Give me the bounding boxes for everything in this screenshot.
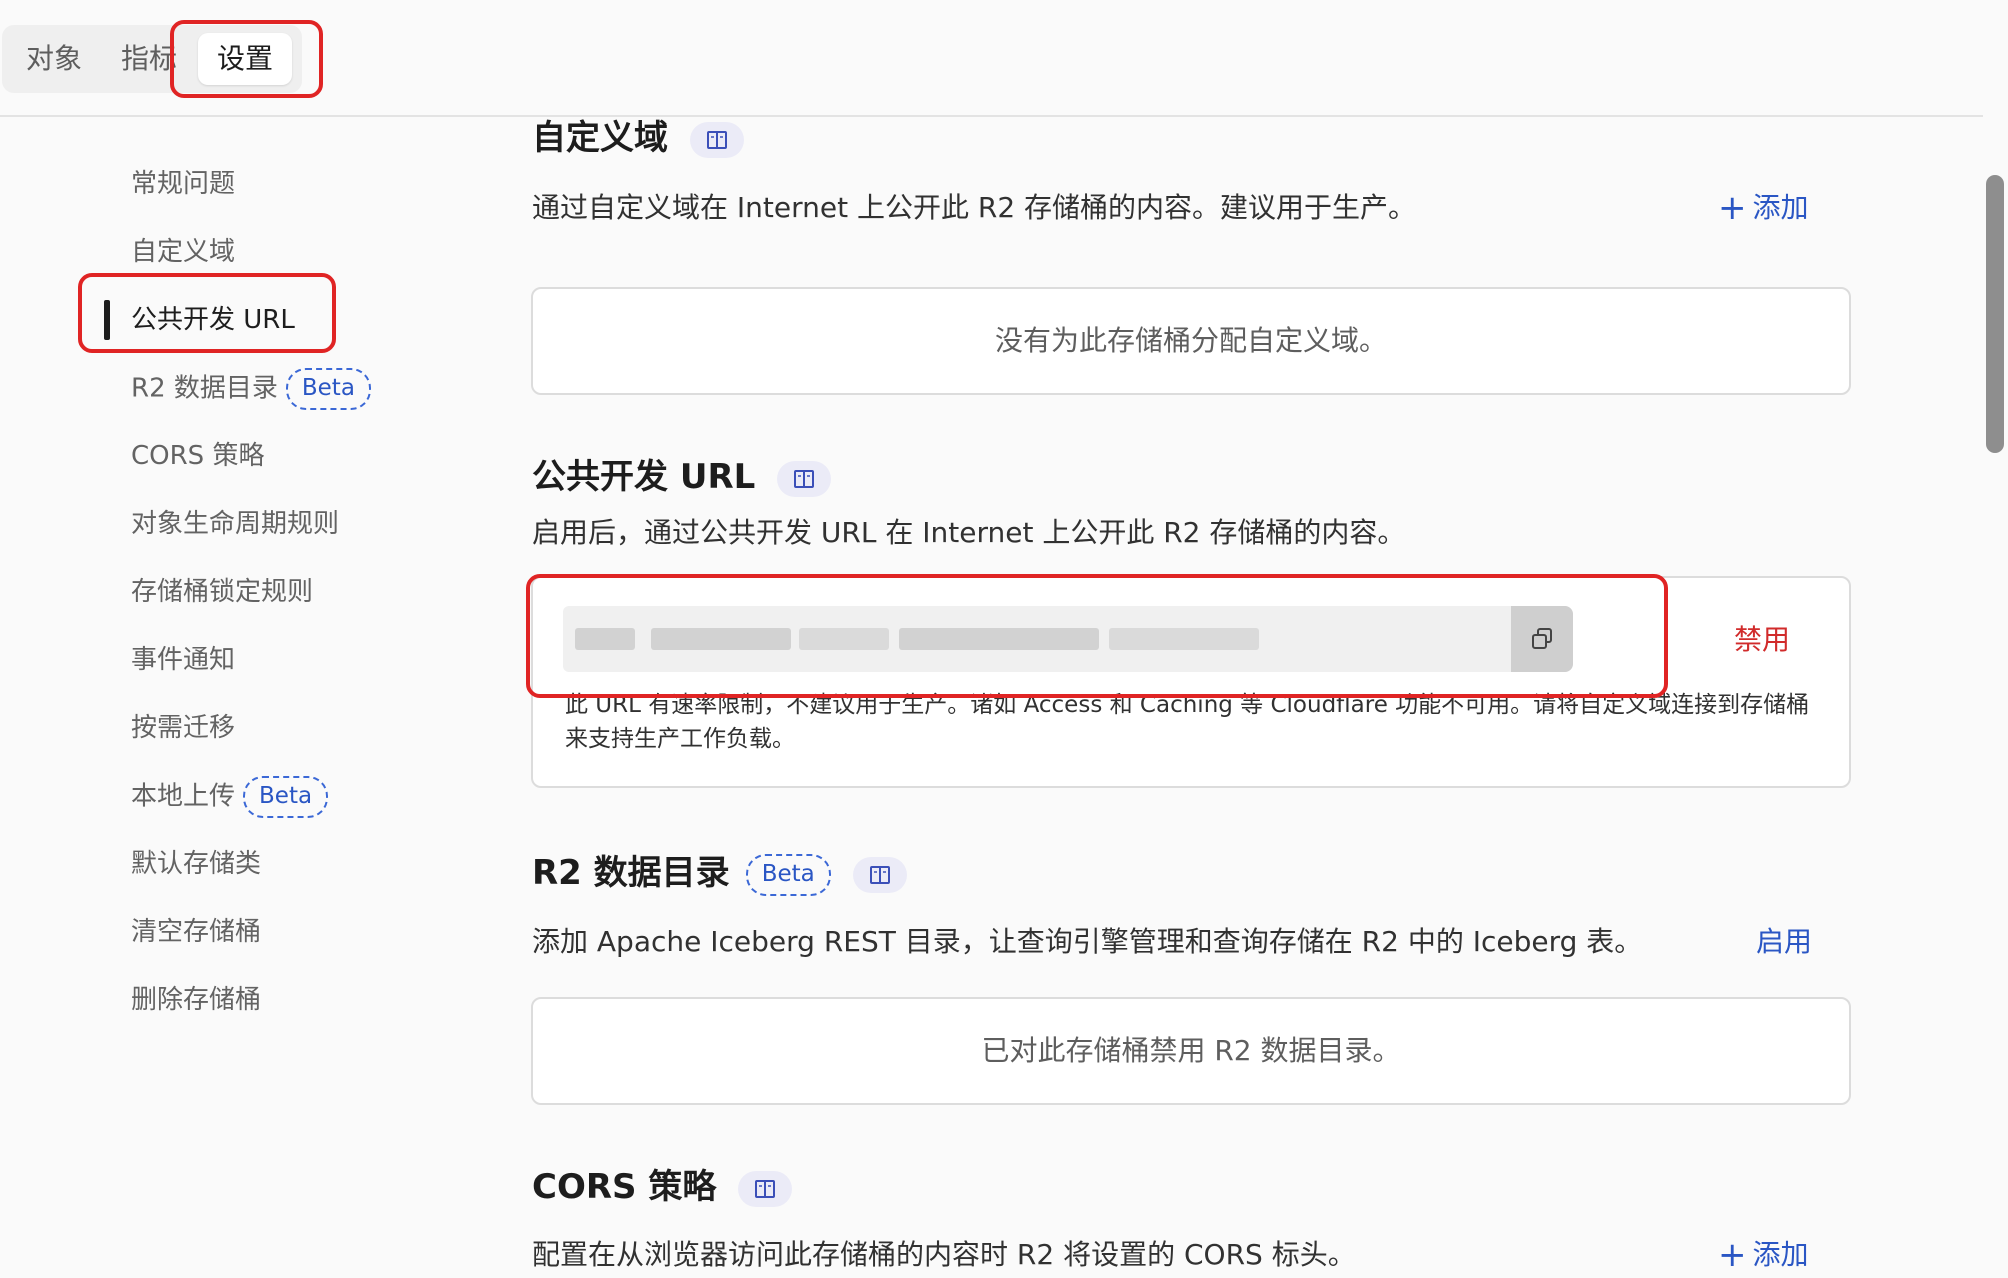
docs-book-icon[interactable] bbox=[852, 856, 907, 893]
plus-icon: + bbox=[1718, 188, 1747, 228]
sidebar-item-local-uploads[interactable]: 本地上传 Beta bbox=[131, 776, 329, 818]
sidebar-active-indicator bbox=[104, 300, 110, 340]
public-url-field[interactable] bbox=[563, 606, 1511, 672]
public-dev-url-panel: 禁用 此 URL 有速率限制，不建议用于生产。诸如 Access 和 Cachi… bbox=[531, 576, 1851, 788]
section-title-text: R2 数据目录 bbox=[532, 853, 730, 893]
docs-book-icon[interactable] bbox=[738, 1170, 793, 1207]
sidebar-item-on-demand-migration[interactable]: 按需迁移 bbox=[131, 708, 235, 748]
redacted-text bbox=[899, 628, 1099, 650]
beta-badge: Beta bbox=[243, 776, 329, 818]
copy-url-button[interactable] bbox=[1511, 606, 1573, 672]
sidebar-item-label: 本地上传 bbox=[131, 781, 236, 812]
section-desc-public-dev-url: 启用后，通过公共开发 URL 在 Internet 上公开此 R2 存储桶的内容… bbox=[532, 516, 1406, 549]
redacted-text bbox=[575, 628, 635, 650]
add-cors-policy-button[interactable]: + 添加 bbox=[1718, 1235, 1809, 1275]
tab-group: 对象 指标 设置 bbox=[2, 25, 302, 93]
section-title-custom-domain: 自定义域 bbox=[532, 113, 744, 163]
page-scrollbar[interactable] bbox=[1986, 175, 2004, 453]
button-label: 添加 bbox=[1752, 191, 1809, 224]
beta-badge: Beta bbox=[745, 853, 831, 896]
redacted-text bbox=[799, 628, 889, 650]
section-title-data-catalog: R2 数据目录 Beta bbox=[532, 848, 907, 898]
add-custom-domain-button[interactable]: + 添加 bbox=[1718, 188, 1809, 228]
disable-public-url-button[interactable]: 禁用 bbox=[1734, 618, 1790, 658]
sidebar-item-custom-domain[interactable]: 自定义域 bbox=[131, 232, 235, 272]
section-title-text: 自定义域 bbox=[532, 118, 668, 158]
sidebar-item-public-dev-url[interactable]: 公共开发 URL bbox=[131, 300, 295, 340]
section-title-text: 公共开发 URL bbox=[532, 457, 756, 497]
section-title-public-dev-url: 公共开发 URL bbox=[532, 452, 832, 502]
docs-book-icon[interactable] bbox=[690, 121, 744, 158]
sidebar-item-label: R2 数据目录 bbox=[131, 373, 278, 404]
sidebar-item-empty-bucket[interactable]: 清空存储桶 bbox=[131, 912, 261, 952]
docs-book-icon[interactable] bbox=[777, 460, 832, 497]
top-tab-bar: 对象 指标 设置 bbox=[0, 0, 1983, 117]
sidebar-item-bucket-lock[interactable]: 存储桶锁定规则 bbox=[131, 572, 313, 612]
sidebar-item-default-storage-class[interactable]: 默认存储类 bbox=[131, 844, 261, 884]
sidebar-item-data-catalog[interactable]: R2 数据目录 Beta bbox=[131, 368, 371, 410]
sidebar-item-cors[interactable]: CORS 策略 bbox=[131, 436, 264, 476]
section-desc-cors: 配置在从浏览器访问此存储桶的内容时 R2 将设置的 CORS 标头。 bbox=[532, 1238, 1356, 1271]
tab-settings[interactable]: 设置 bbox=[198, 33, 292, 85]
data-catalog-empty-panel: 已对此存储桶禁用 R2 数据目录。 bbox=[531, 997, 1851, 1105]
section-title-cors: CORS 策略 bbox=[532, 1162, 793, 1212]
sidebar-item-delete-bucket[interactable]: 删除存储桶 bbox=[131, 980, 261, 1020]
beta-badge: Beta bbox=[285, 368, 371, 410]
rate-limit-note: 此 URL 有速率限制，不建议用于生产。诸如 Access 和 Caching … bbox=[565, 692, 1810, 752]
enable-data-catalog-button[interactable]: 启用 bbox=[1756, 922, 1812, 962]
section-title-text: CORS 策略 bbox=[532, 1167, 717, 1207]
sidebar-item-general[interactable]: 常规问题 bbox=[131, 164, 235, 204]
sidebar-item-event-notifications[interactable]: 事件通知 bbox=[131, 640, 235, 680]
sidebar-item-lifecycle[interactable]: 对象生命周期规则 bbox=[131, 504, 339, 544]
tab-metrics[interactable]: 指标 bbox=[121, 25, 177, 93]
button-label: 添加 bbox=[1752, 1238, 1809, 1271]
tab-objects[interactable]: 对象 bbox=[26, 25, 82, 93]
copy-icon bbox=[1532, 628, 1552, 649]
section-desc-data-catalog: 添加 Apache Iceberg REST 目录，让查询引擎管理和查询存储在 … bbox=[532, 925, 1643, 958]
redacted-text bbox=[1109, 628, 1259, 650]
section-desc-custom-domain: 通过自定义域在 Internet 上公开此 R2 存储桶的内容。建议用于生产。 bbox=[532, 191, 1417, 224]
plus-icon: + bbox=[1718, 1235, 1747, 1275]
custom-domain-empty-panel: 没有为此存储桶分配自定义域。 bbox=[531, 287, 1851, 395]
redacted-text bbox=[651, 628, 791, 650]
